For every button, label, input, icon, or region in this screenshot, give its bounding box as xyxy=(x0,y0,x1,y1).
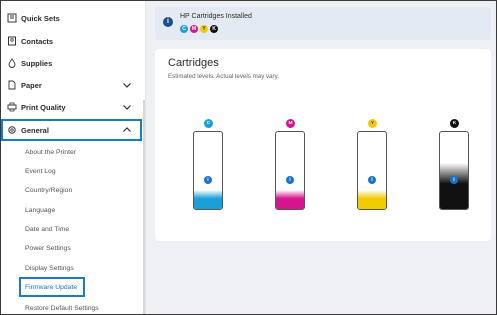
cartridge-body: i xyxy=(193,131,223,210)
sub-item-power-settings[interactable]: Power Settings xyxy=(25,240,71,256)
paper-icon xyxy=(6,79,18,91)
sidebar-item-label: Contacts xyxy=(21,36,54,46)
sub-item-about-printer[interactable]: About the Printer xyxy=(25,144,76,160)
cartridge-magenta[interactable]: M i xyxy=(275,119,305,210)
sidebar-item-label: Quick Sets xyxy=(21,13,60,23)
cartridges-card: Cartridges Estimated levels. Actual leve… xyxy=(155,49,491,241)
sidebar-item-print-quality[interactable]: Print Quality xyxy=(1,96,142,118)
ink-level-fill xyxy=(276,189,304,209)
info-icon: i xyxy=(163,17,173,27)
sub-item-language[interactable]: Language xyxy=(25,202,55,218)
cartridge-body: i xyxy=(439,131,469,210)
yellow-dot-icon: Y xyxy=(200,25,208,33)
cartridges-subtitle: Estimated levels. Actual levels may vary… xyxy=(168,73,279,80)
ink-level-fill xyxy=(194,189,222,209)
sub-item-display-settings[interactable]: Display Settings xyxy=(25,260,74,276)
sub-item-restore-defaults[interactable]: Restore Default Settings xyxy=(25,300,99,315)
sub-item-country-region[interactable]: Country/Region xyxy=(25,182,72,198)
contacts-icon xyxy=(6,35,18,47)
sidebar-item-label: Print Quality xyxy=(21,102,66,112)
sidebar-item-label: Paper xyxy=(21,80,42,90)
info-icon[interactable]: i xyxy=(286,176,294,184)
cartridge-label: K xyxy=(450,119,459,128)
sidebar-item-label: General xyxy=(21,125,49,135)
cartridges-title: Cartridges xyxy=(168,57,219,69)
sidebar: Quick Sets Contacts Supplies Paper Print… xyxy=(1,1,144,314)
info-icon[interactable]: i xyxy=(450,176,458,184)
magenta-dot-icon: M xyxy=(190,25,198,33)
sub-item-date-time[interactable]: Date and Time xyxy=(25,221,69,237)
supplies-icon xyxy=(6,57,18,69)
chevron-down-icon[interactable] xyxy=(122,80,132,90)
cartridge-yellow[interactable]: Y i xyxy=(357,119,387,210)
cartridge-body: i xyxy=(357,131,387,210)
sub-item-event-log[interactable]: Event Log xyxy=(25,163,56,179)
ink-level-fill xyxy=(440,162,468,209)
info-icon[interactable]: i xyxy=(204,176,212,184)
cartridge-label: M xyxy=(286,119,295,128)
sidebar-item-general[interactable]: General xyxy=(1,119,142,141)
banner-title: HP Cartridges Installed xyxy=(180,13,252,20)
chevron-up-icon[interactable] xyxy=(122,125,132,135)
black-dot-icon: K xyxy=(210,25,218,33)
info-icon[interactable]: i xyxy=(368,176,376,184)
cartridge-cyan[interactable]: C i xyxy=(193,119,223,210)
cartridge-body: i xyxy=(275,131,305,210)
gear-icon xyxy=(6,124,18,136)
sidebar-item-quick-sets[interactable]: Quick Sets xyxy=(1,7,142,29)
cartridges-installed-banner: i HP Cartridges Installed C M Y K xyxy=(155,7,491,40)
quick-sets-icon xyxy=(6,12,18,24)
chevron-down-icon[interactable] xyxy=(122,102,132,112)
sidebar-item-contacts[interactable]: Contacts xyxy=(1,30,142,52)
cyan-dot-icon: C xyxy=(180,25,188,33)
sub-item-firmware-update[interactable]: Firmware Update xyxy=(19,277,86,297)
banner-cartridge-dots: C M Y K xyxy=(180,25,218,33)
sidebar-item-paper[interactable]: Paper xyxy=(1,74,142,96)
cartridge-label: Y xyxy=(368,119,377,128)
print-quality-icon xyxy=(6,101,18,113)
cartridge-black[interactable]: K i xyxy=(439,119,469,210)
sidebar-item-supplies[interactable]: Supplies xyxy=(1,52,142,74)
ink-level-fill xyxy=(358,189,386,209)
cartridge-label: C xyxy=(204,119,213,128)
sidebar-item-label: Supplies xyxy=(21,58,53,68)
